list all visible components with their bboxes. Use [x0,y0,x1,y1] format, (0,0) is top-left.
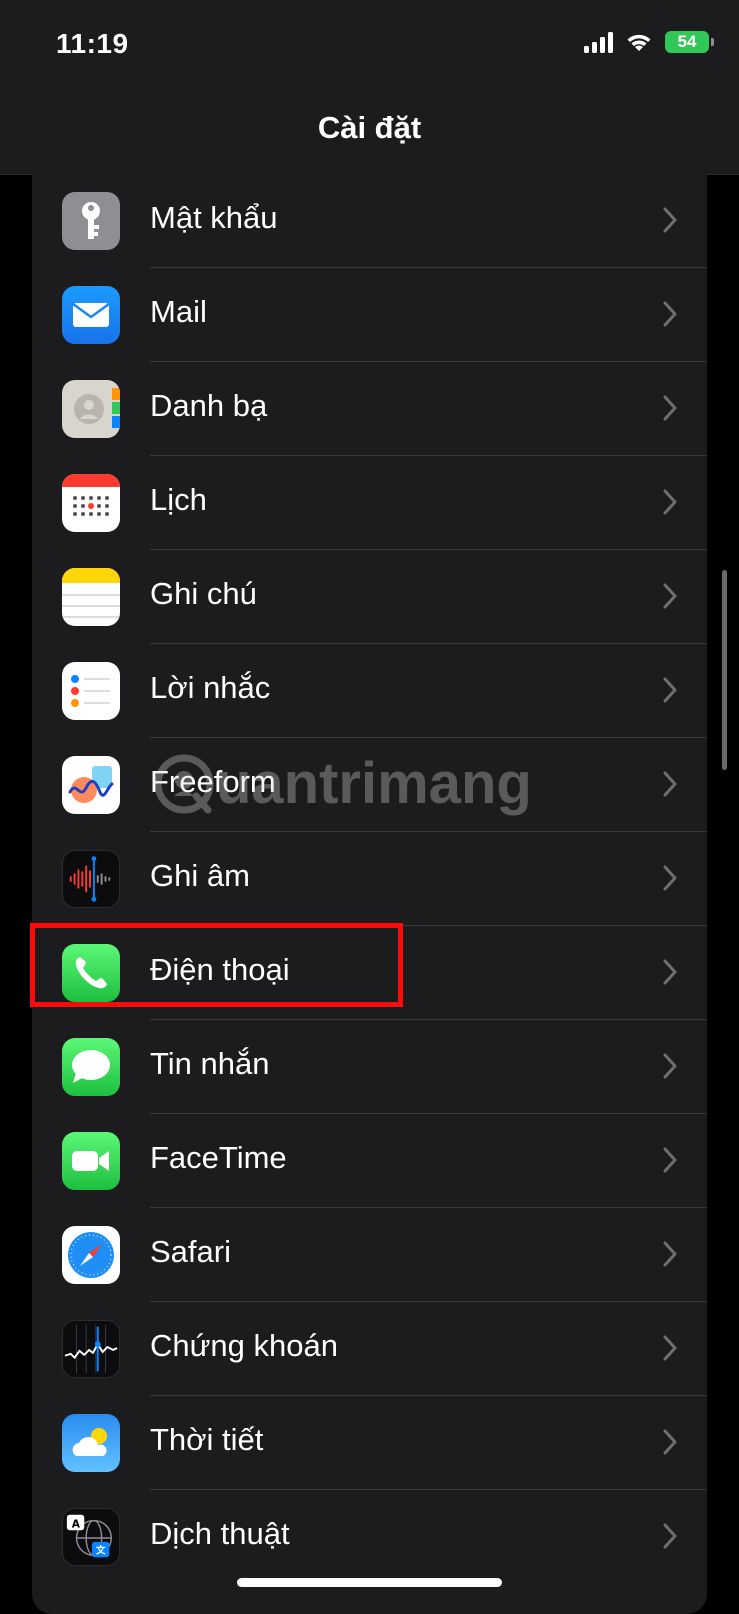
facetime-icon [62,1132,120,1190]
settings-row-messages[interactable]: Tin nhắn [32,1020,707,1114]
settings-row-voice-memos[interactable]: Ghi âm [32,832,707,926]
chevron-right-icon [663,395,677,421]
status-time: 11:19 [56,28,129,59]
settings-row-mail[interactable]: Mail [32,268,707,362]
contacts-icon [62,380,120,438]
battery-indicator: 54 [665,31,714,53]
chevron-right-icon [663,677,677,703]
chevron-right-icon [663,301,677,327]
notes-icon [62,568,120,626]
chevron-right-icon [663,865,677,891]
settings-row-label: Mật khẩu [150,200,278,235]
wifi-icon [627,34,651,51]
settings-row-label: FaceTime [150,1140,287,1175]
scroll-indicator [722,570,727,770]
chevron-right-icon [663,1429,677,1455]
battery-level: 54 [677,32,697,51]
page-title: Cài đặt [317,110,422,145]
settings-row-label: Tin nhắn [150,1046,270,1081]
chevron-right-icon [663,1523,677,1549]
settings-row-contacts[interactable]: Danh bạ [32,362,707,456]
weather-icon [62,1414,120,1472]
chevron-right-icon [663,1147,677,1173]
svg-text:文: 文 [95,1544,106,1556]
settings-row-reminders[interactable]: Lời nhắc [32,644,707,738]
settings-row-passwords[interactable]: Mật khẩu [32,174,707,268]
chevron-right-icon [663,1241,677,1267]
settings-row-label: Ghi chú [150,576,257,611]
home-indicator[interactable] [237,1578,502,1587]
settings-row-label: Lời nhắc [150,670,271,705]
freeform-icon [62,756,120,814]
chevron-right-icon [663,771,677,797]
settings-row-label: Mail [150,294,207,329]
settings-row-stocks[interactable]: Chứng khoán [32,1302,707,1396]
reminders-icon [62,662,120,720]
settings-row-translate[interactable]: A文 Dịch thuật [32,1490,707,1584]
settings-row-notes[interactable]: Ghi chú [32,550,707,644]
chevron-right-icon [663,959,677,985]
settings-row-label: Danh bạ [150,388,268,423]
settings-row-label: Dịch thuật [150,1516,290,1551]
settings-row-label: Thời tiết [150,1422,264,1457]
svg-text:A: A [72,1517,81,1530]
settings-row-label: Lịch [150,482,207,517]
chevron-right-icon [663,207,677,233]
settings-row-facetime[interactable]: FaceTime [32,1114,707,1208]
settings-row-calendar[interactable]: Lịch [32,456,707,550]
settings-row-label: Safari [150,1234,231,1269]
safari-icon [62,1226,120,1284]
settings-row-freeform[interactable]: Freeform [32,738,707,832]
key-icon [62,192,120,250]
settings-row-safari[interactable]: Safari [32,1208,707,1302]
messages-icon [62,1038,120,1096]
chevron-right-icon [663,1053,677,1079]
settings-row-label: Chứng khoán [150,1328,338,1363]
chevron-right-icon [663,1335,677,1361]
cellular-signal-icon [584,31,613,53]
chevron-right-icon [663,583,677,609]
voice-memos-icon [62,850,120,908]
settings-group: Mật khẩu Mail Danh bạ Lịch Ghi chú Lời n… [32,174,707,1614]
calendar-icon [62,474,120,532]
settings-row-label: Freeform [150,764,276,799]
settings-row-weather[interactable]: Thời tiết [32,1396,707,1490]
translate-icon: A文 [62,1508,120,1566]
mail-icon [62,286,120,344]
settings-row-label: Ghi âm [150,858,250,893]
chevron-right-icon [663,489,677,515]
highlight-box [30,923,403,1007]
navigation-bar: 11:19 54 Cài đặt [0,0,739,175]
status-icons: 54 [584,31,714,53]
stocks-icon [62,1320,120,1378]
